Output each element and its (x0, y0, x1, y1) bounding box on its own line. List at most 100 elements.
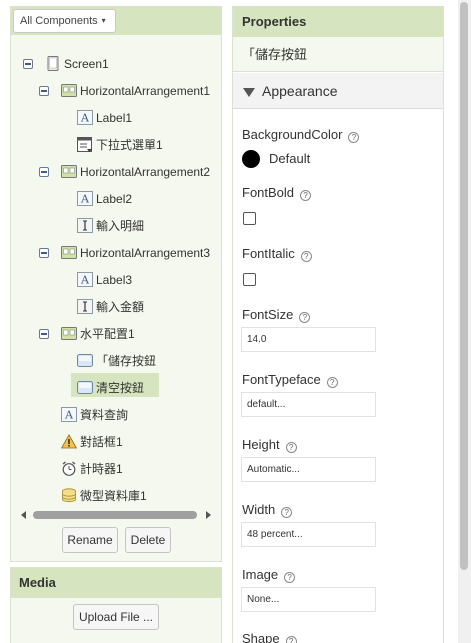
height-chooser[interactable]: Automatic... (241, 457, 376, 482)
help-icon[interactable]: ? (285, 636, 297, 643)
tree-item-label1[interactable]: A Label1 (11, 107, 221, 129)
clock-icon (62, 461, 76, 476)
collapse-toggle-icon[interactable] (39, 329, 49, 339)
tree-item-label: HorizontalArrangement3 (80, 246, 211, 260)
property-fonttypeface: FontTypeface? (242, 372, 338, 388)
svg-text:A: A (80, 193, 90, 206)
component-tree: Screen1 HorizontalArrangement1 A Label1 (11, 39, 221, 509)
tree-item-label: 微型資料庫1 (80, 489, 147, 503)
property-image: Image? (242, 567, 296, 583)
tree-item-label: 「儲存按鈕 (96, 354, 157, 368)
label-icon: A (77, 272, 93, 287)
label-icon: A (61, 407, 77, 422)
collapse-toggle-icon[interactable] (39, 167, 49, 177)
all-components-label: All Components (20, 15, 98, 27)
tree-item-horizontalarrangement1[interactable]: HorizontalArrangement1 (11, 80, 221, 102)
properties-title: Properties (233, 7, 443, 37)
tree-item-label: 水平配置1 (80, 327, 135, 341)
property-label: FontBold (242, 185, 295, 200)
background-color-value[interactable]: Default (269, 150, 310, 168)
arrangement-icon (61, 165, 77, 178)
tree-item-tinydb1[interactable]: 微型資料庫1 (11, 485, 221, 507)
tree-item-notifier1[interactable]: 對話框1 (11, 431, 221, 453)
scroll-right-arrow-icon[interactable] (206, 511, 211, 519)
help-icon[interactable]: ? (284, 572, 296, 583)
selected-component-name: 「儲存按鈕 (233, 37, 443, 72)
scroll-left-arrow-icon[interactable] (21, 511, 26, 519)
collapse-toggle-icon[interactable] (39, 86, 49, 96)
tree-item-spinner1[interactable]: 下拉式選單1 (11, 134, 221, 156)
upload-file-button[interactable]: Upload File ... (73, 604, 159, 630)
svg-text:A: A (80, 112, 90, 125)
appearance-section-toggle[interactable]: Appearance (233, 73, 443, 109)
spinner-icon (77, 137, 92, 152)
tree-item-screen1[interactable]: Screen1 (11, 53, 221, 75)
tree-item-textbox-detail[interactable]: 輸入明細 (11, 215, 221, 237)
tree-item-label2[interactable]: A Label2 (11, 188, 221, 210)
property-height: Height? (242, 437, 297, 453)
help-icon[interactable]: ? (300, 251, 312, 262)
tree-item-label: Label2 (96, 192, 133, 206)
tree-item-textbox-amount[interactable]: 輸入金額 (11, 296, 221, 318)
tree-item-label: 輸入金額 (96, 300, 145, 314)
tree-item-label: 下拉式選單1 (96, 138, 163, 152)
property-shape: Shape? (242, 631, 297, 643)
property-label: FontItalic (242, 246, 295, 261)
database-icon (62, 488, 76, 503)
tree-item-label: 計時器1 (80, 462, 123, 476)
rename-button[interactable]: Rename (62, 527, 118, 553)
fonttypeface-chooser[interactable]: default... (241, 392, 376, 417)
screen-icon (47, 56, 59, 71)
tree-item-label: HorizontalArrangement2 (80, 165, 211, 179)
all-components-dropdown[interactable]: All Components ▾ (13, 9, 116, 33)
button-icon (77, 354, 93, 367)
textbox-icon (77, 299, 93, 314)
help-icon[interactable]: ? (285, 442, 297, 453)
fontbold-checkbox[interactable] (243, 212, 256, 225)
property-fontitalic: FontItalic? (242, 246, 312, 262)
collapse-toggle-icon[interactable] (39, 248, 49, 258)
tree-item-label: 輸入明細 (96, 219, 145, 233)
tree-item-label: 對話框1 (80, 435, 123, 449)
svg-text:A: A (64, 409, 74, 422)
tree-horizontal-scrollbar[interactable] (19, 509, 213, 521)
svg-text:A: A (80, 274, 90, 287)
tree-item-label: HorizontalArrangement1 (80, 84, 211, 98)
warning-icon (61, 434, 77, 449)
caret-down-icon: ▾ (101, 16, 106, 25)
property-backgroundcolor: BackgroundColor? (242, 127, 360, 143)
help-icon[interactable]: ? (300, 190, 312, 201)
tree-item-horizontal-layout1[interactable]: 水平配置1 (11, 323, 221, 345)
help-icon[interactable]: ? (299, 312, 311, 323)
tree-item-clear-button[interactable]: 清空按鈕 (11, 377, 221, 399)
fontsize-input[interactable]: 14.0 (241, 327, 376, 352)
tree-item-label3[interactable]: A Label3 (11, 269, 221, 291)
page-scroll-thumb[interactable] (460, 2, 468, 570)
tree-item-clock1[interactable]: 計時器1 (11, 458, 221, 480)
tree-item-horizontalarrangement2[interactable]: HorizontalArrangement2 (11, 161, 221, 183)
textbox-icon (77, 218, 93, 233)
tree-item-horizontalarrangement3[interactable]: HorizontalArrangement3 (11, 242, 221, 264)
delete-button[interactable]: Delete (125, 527, 171, 553)
help-icon[interactable]: ? (348, 132, 360, 143)
collapse-toggle-icon[interactable] (23, 59, 33, 69)
property-label: Image (242, 567, 279, 582)
color-swatch[interactable] (242, 150, 260, 168)
tree-item-label: Screen1 (64, 57, 109, 71)
tree-item-data-query[interactable]: A 資料查詢 (11, 404, 221, 426)
help-icon[interactable]: ? (326, 377, 338, 388)
width-chooser[interactable]: 48 percent... (241, 522, 376, 547)
label-icon: A (77, 191, 93, 206)
fontitalic-checkbox[interactable] (243, 273, 256, 286)
help-icon[interactable]: ? (281, 507, 293, 518)
tree-item-save-button[interactable]: 「儲存按鈕 (11, 350, 221, 372)
tree-item-label: 資料查詢 (80, 408, 129, 422)
appearance-section-label: Appearance (262, 83, 338, 99)
property-label: BackgroundColor (242, 127, 343, 142)
scroll-thumb[interactable] (33, 511, 197, 519)
page-vertical-scrollbar[interactable] (458, 0, 471, 643)
image-chooser[interactable]: None... (241, 587, 376, 612)
tree-item-label: 清空按鈕 (96, 381, 145, 395)
tree-item-label: Label3 (96, 273, 133, 287)
arrangement-icon (61, 327, 77, 340)
